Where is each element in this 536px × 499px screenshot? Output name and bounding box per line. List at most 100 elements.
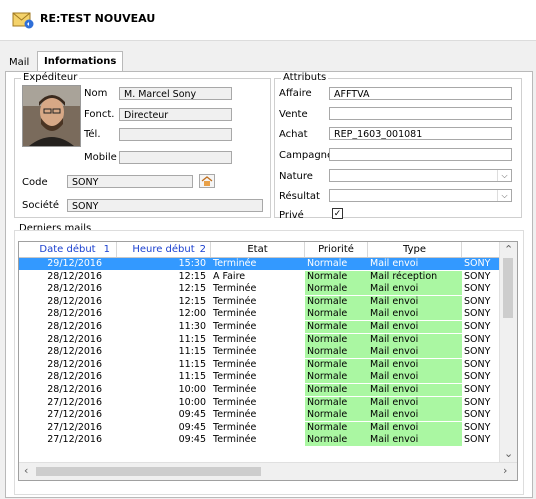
column-etat[interactable]: Etat (211, 242, 305, 257)
column-extra[interactable] (462, 242, 499, 257)
extra-cell: SONY (464, 270, 491, 282)
mobile-field[interactable] (119, 151, 232, 164)
column-type[interactable]: Type (368, 242, 462, 257)
heure-cell: 09:45 (178, 421, 206, 433)
campagne-label: Campagne (279, 150, 334, 161)
extra-cell: SONY (464, 384, 491, 395)
nom-field[interactable]: M. Marcel Sony (119, 87, 232, 100)
extra-cell: SONY (464, 333, 491, 345)
extra-cell: SONY (464, 321, 491, 332)
table-row[interactable]: 28/12/2016 11:15 Terminée Normale Mail envoi… (19, 333, 499, 346)
etat-cell: Terminée (213, 384, 257, 395)
date-cell: 28/12/2016 (47, 308, 102, 320)
table-row[interactable]: 28/12/2016 11:30 Terminée Normale Mail envoi… (19, 321, 499, 333)
table-row[interactable]: 28/12/2016 11:15 Terminée Normale Mail envoi… (19, 358, 499, 371)
heure-cell: 11:15 (178, 358, 206, 370)
tel-field[interactable] (119, 128, 232, 141)
type-cell: Mail envoi (368, 283, 462, 296)
heure-cell: 12:15 (178, 295, 206, 307)
date-cell: 28/12/2016 (47, 358, 102, 370)
heure-cell: 12:00 (178, 308, 206, 320)
etat-cell: Terminée (213, 295, 257, 307)
fonction-label: Fonct. (84, 109, 115, 120)
date-cell: 27/12/2016 (47, 409, 102, 421)
type-cell: Mail envoi (368, 434, 462, 447)
horizontal-scroll-thumb[interactable] (36, 467, 261, 476)
resultat-label: Résultat (279, 191, 320, 202)
date-cell: 27/12/2016 (47, 396, 102, 408)
campagne-field[interactable] (329, 148, 512, 161)
type-cell: Mail envoi (368, 358, 462, 371)
table-row[interactable]: 28/12/2016 11:15 Terminée Normale Mail envoi… (19, 346, 499, 359)
achat-field[interactable]: REP_1603_001081 (329, 127, 512, 140)
tab-mail[interactable]: Mail (2, 53, 36, 72)
column-heure-debut[interactable]: Heure début 2 (117, 242, 211, 257)
extra-cell: SONY (464, 371, 491, 383)
achat-label: Achat (279, 129, 308, 140)
scroll-left-icon[interactable]: ‹ (24, 464, 28, 477)
societe-field[interactable]: SONY (67, 199, 263, 212)
type-cell: Mail envoi (368, 295, 462, 308)
heure-cell: 11:15 (178, 333, 206, 345)
heure-cell: 10:00 (178, 384, 206, 395)
table-row[interactable]: 28/12/2016 10:00 Terminée Normale Mail envoi… (19, 384, 499, 396)
chevron-down-icon[interactable]: ⌵ (497, 190, 511, 201)
etat-cell: Terminée (213, 308, 257, 320)
table-row[interactable]: 27/12/2016 10:00 Terminée Normale Mail envoi… (19, 396, 499, 409)
scroll-right-icon[interactable]: › (503, 464, 507, 477)
scroll-down-icon[interactable]: ⌄ (504, 447, 513, 460)
horizontal-scrollbar[interactable]: ‹ › (19, 462, 517, 480)
vente-label: Vente (279, 109, 308, 120)
column-priorite[interactable]: Priorité (305, 242, 368, 257)
prive-checkbox[interactable]: ✓ (332, 208, 343, 219)
date-cell: 27/12/2016 (47, 434, 102, 446)
resultat-select[interactable]: ⌵ (329, 189, 512, 202)
type-cell: Mail réception (368, 270, 462, 283)
table-row[interactable]: 28/12/2016 12:15 A Faire Normale Mail récept… (19, 270, 499, 283)
etat-cell: Terminée (213, 409, 257, 421)
scroll-up-icon[interactable]: ⌃ (504, 243, 513, 256)
etat-cell: Terminée (213, 371, 257, 383)
column-date-debut[interactable]: Date début 1 (19, 242, 117, 257)
priorite-cell: Normale (305, 321, 368, 333)
table-row[interactable]: 27/12/2016 09:45 Terminée Normale Mail envoi… (19, 421, 499, 434)
extra-cell: SONY (464, 258, 491, 269)
tab-informations[interactable]: Informations (37, 51, 124, 72)
table-row[interactable]: 28/12/2016 12:15 Terminée Normale Mail envoi… (19, 283, 499, 296)
type-cell: Mail envoi (368, 346, 462, 359)
table-row[interactable]: 28/12/2016 12:00 Terminée Normale Mail envoi… (19, 308, 499, 321)
priorite-cell: Normale (305, 295, 368, 308)
table-row[interactable]: 27/12/2016 09:45 Terminée Normale Mail envoi… (19, 409, 499, 422)
priorite-cell: Normale (305, 308, 368, 321)
nom-label: Nom (84, 88, 108, 99)
type-cell: Mail envoi (368, 409, 462, 422)
extra-cell: SONY (464, 346, 491, 358)
table-row[interactable]: 28/12/2016 11:15 Terminée Normale Mail envoi… (19, 371, 499, 384)
code-field[interactable]: SONY (67, 175, 193, 188)
table-row[interactable]: 27/12/2016 09:45 Terminée Normale Mail envoi… (19, 434, 499, 447)
extra-cell: SONY (464, 421, 491, 433)
table-row[interactable]: 28/12/2016 12:15 Terminée Normale Mail envoi… (19, 295, 499, 308)
extra-cell: SONY (464, 295, 491, 307)
type-cell: Mail envoi (368, 421, 462, 434)
etat-cell: Terminée (213, 434, 257, 446)
table-row[interactable]: 29/12/2016 15:30 Terminée Normale Mail envoi… (19, 258, 499, 270)
priorite-cell: Normale (305, 409, 368, 422)
affaire-field[interactable]: AFFTVA (329, 87, 512, 100)
priorite-cell: Normale (305, 333, 368, 346)
chevron-down-icon[interactable]: ⌵ (497, 170, 511, 181)
vertical-scrollbar[interactable]: ⌃ ⌄ (499, 242, 517, 463)
home-button[interactable] (199, 174, 215, 188)
priorite-cell: Normale (305, 283, 368, 296)
vertical-scroll-thumb[interactable] (503, 258, 513, 318)
date-cell: 29/12/2016 (47, 258, 102, 269)
nature-select[interactable]: ⌵ (329, 169, 512, 182)
sort-order-1: 1 (103, 244, 110, 255)
vente-field[interactable] (329, 107, 512, 120)
table-header: Date début 1 Heure début 2 Etat Priorité… (19, 242, 499, 258)
date-cell: 28/12/2016 (47, 371, 102, 383)
etat-cell: Terminée (213, 283, 257, 295)
heure-cell: 11:15 (178, 346, 206, 358)
fonction-field[interactable]: Directeur (119, 108, 232, 121)
date-cell: 28/12/2016 (47, 384, 102, 395)
